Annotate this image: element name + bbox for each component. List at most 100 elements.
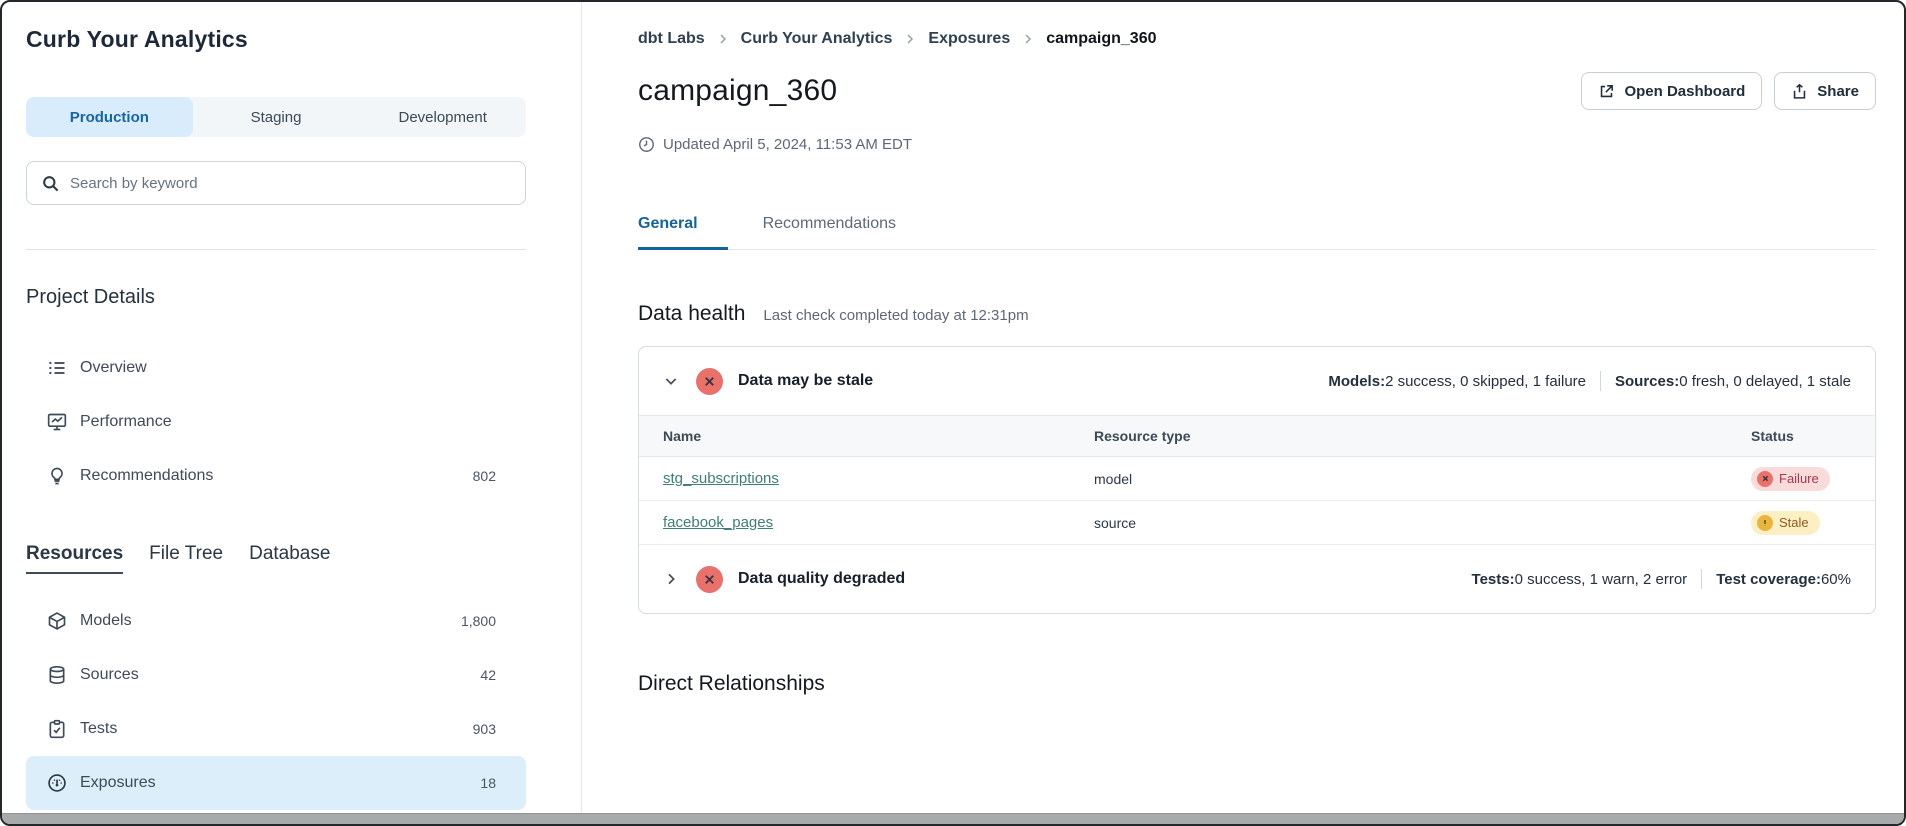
sidebar-item-label: Performance (80, 413, 172, 431)
summary-label: Models (1328, 373, 1385, 390)
tab-recommendations[interactable]: Recommendations (763, 215, 926, 250)
direct-relationships-heading: Direct Relationships (638, 672, 1876, 696)
tab-file-tree[interactable]: File Tree (149, 543, 223, 574)
quality-group-row[interactable]: Data quality degraded Tests 0 success, 1… (639, 545, 1875, 613)
clock-icon (638, 136, 655, 153)
search-input[interactable] (70, 175, 511, 192)
search-box[interactable] (26, 161, 526, 205)
column-header-status: Status (1751, 428, 1851, 444)
share-button[interactable]: Share (1774, 72, 1876, 110)
sidebar-item-recommendations[interactable]: Recommendations 802 (26, 449, 526, 503)
table-row: facebook_pages source Stale (639, 501, 1875, 545)
list-icon (47, 358, 67, 378)
data-health-card: Data may be stale Models 2 success, 0 sk… (638, 346, 1876, 614)
status-label: Failure (1779, 471, 1819, 486)
breadcrumb-project[interactable]: Curb Your Analytics (741, 30, 893, 48)
open-dashboard-label: Open Dashboard (1624, 83, 1745, 100)
breadcrumb-current: campaign_360 (1046, 30, 1156, 48)
breadcrumb-exposures[interactable]: Exposures (928, 30, 1010, 48)
updated-text: Updated April 5, 2024, 11:53 AM EDT (663, 136, 912, 153)
performance-icon (47, 412, 67, 432)
error-circle-icon (696, 368, 723, 395)
env-tab-production[interactable]: Production (26, 97, 193, 137)
chevron-right-icon (904, 33, 916, 45)
share-label: Share (1817, 83, 1859, 100)
chevron-right-icon (1022, 33, 1034, 45)
updated-timestamp: Updated April 5, 2024, 11:53 AM EDT (638, 136, 1876, 153)
sidebar-item-performance[interactable]: Performance (26, 395, 526, 449)
summary-value: 60% (1821, 571, 1851, 588)
cube-icon (47, 611, 67, 631)
status-label: Stale (1779, 515, 1809, 530)
environment-switcher: Production Staging Development (26, 97, 526, 137)
data-health-heading: Data health (638, 302, 745, 326)
project-title: Curb Your Analytics (26, 26, 526, 53)
lightbulb-icon (47, 466, 67, 486)
stale-group-row[interactable]: Data may be stale Models 2 success, 0 sk… (639, 347, 1875, 415)
breadcrumb-dbt-labs[interactable]: dbt Labs (638, 30, 705, 48)
sidebar-item-label: Models (80, 612, 132, 630)
gauge-icon (47, 773, 67, 793)
project-details-list: Overview Performance Recommendations 802 (26, 341, 526, 503)
sidebar-item-overview[interactable]: Overview (26, 341, 526, 395)
sidebar-item-tests[interactable]: Tests 903 (26, 702, 526, 756)
quality-group-summary: Tests 0 success, 1 warn, 2 error Test co… (1472, 569, 1851, 589)
main-panel: dbt Labs Curb Your Analytics Exposures c… (582, 2, 1904, 824)
tab-general[interactable]: General (638, 215, 728, 250)
stale-group-title: Data may be stale (738, 372, 873, 390)
sidebar-item-label: Exposures (80, 774, 156, 792)
item-count: 802 (473, 468, 496, 484)
resource-type-cell: model (1094, 471, 1751, 487)
resources-list: Models 1,800 Sources 42 Tests 903 (26, 594, 526, 810)
item-count: 903 (473, 721, 496, 737)
external-link-icon (1598, 83, 1615, 100)
summary-divider (1701, 569, 1702, 589)
summary-label: Test coverage (1716, 571, 1821, 588)
search-icon (41, 174, 60, 193)
tab-database[interactable]: Database (249, 543, 330, 574)
quality-group-title: Data quality degraded (738, 570, 905, 588)
sidebar-item-models[interactable]: Models 1,800 (26, 594, 526, 648)
summary-label: Tests (1472, 571, 1515, 588)
stale-group-summary: Models 2 success, 0 skipped, 1 failure S… (1328, 371, 1851, 391)
resource-type-cell: source (1094, 515, 1751, 531)
summary-value: 0 fresh, 0 delayed, 1 stale (1679, 373, 1851, 390)
sidebar: Curb Your Analytics Production Staging D… (2, 2, 582, 824)
sidebar-item-label: Sources (80, 666, 139, 684)
item-count: 18 (480, 775, 496, 791)
open-dashboard-button[interactable]: Open Dashboard (1581, 72, 1762, 110)
status-badge-stale: Stale (1751, 511, 1820, 535)
x-circle-icon (1757, 471, 1773, 487)
resource-link[interactable]: stg_subscriptions (663, 470, 779, 487)
clipboard-check-icon (47, 719, 67, 739)
env-tab-development[interactable]: Development (359, 97, 526, 137)
summary-value: 0 success, 1 warn, 2 error (1515, 571, 1688, 588)
share-icon (1791, 83, 1808, 100)
sidebar-item-label: Overview (80, 359, 147, 377)
summary-value: 2 success, 0 skipped, 1 failure (1385, 373, 1586, 390)
exclamation-circle-icon (1757, 515, 1773, 531)
column-header-resource-type: Resource type (1094, 428, 1751, 444)
page-title: campaign_360 (638, 74, 837, 108)
detail-tabs: General Recommendations (638, 215, 1876, 250)
status-badge-failure: Failure (1751, 467, 1830, 491)
sidebar-item-sources[interactable]: Sources 42 (26, 648, 526, 702)
chevron-down-icon[interactable] (663, 373, 679, 389)
tab-resources[interactable]: Resources (26, 543, 123, 574)
item-count: 42 (480, 667, 496, 683)
env-tab-staging[interactable]: Staging (193, 97, 360, 137)
table-header-row: Name Resource type Status (639, 415, 1875, 457)
resource-view-tabs: Resources File Tree Database (26, 543, 526, 574)
resource-link[interactable]: facebook_pages (663, 514, 773, 531)
sidebar-divider (26, 249, 526, 250)
chevron-right-icon[interactable] (663, 571, 679, 587)
header-actions: Open Dashboard Share (1581, 72, 1876, 110)
item-count: 1,800 (461, 613, 496, 629)
breadcrumb: dbt Labs Curb Your Analytics Exposures c… (638, 30, 1876, 48)
sidebar-item-exposures[interactable]: Exposures 18 (26, 756, 526, 810)
window-bottom-edge (2, 813, 1904, 824)
error-circle-icon (696, 566, 723, 593)
database-icon (47, 665, 67, 685)
summary-label: Sources (1615, 373, 1679, 390)
chevron-right-icon (717, 33, 729, 45)
